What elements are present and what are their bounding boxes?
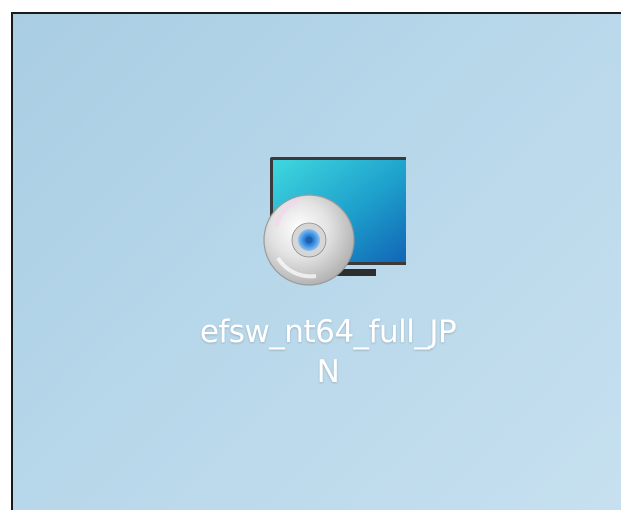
icon-label-line-2: N <box>316 354 340 390</box>
icon-label: efsw_nt64_full_JP N <box>178 312 478 392</box>
desktop-icon-efsw-installer[interactable]: efsw_nt64_full_JP N <box>178 142 478 412</box>
icon-label-line-1: efsw_nt64_full_JP <box>199 314 457 350</box>
disc-installer-icon <box>263 157 406 286</box>
desktop-area[interactable]: efsw_nt64_full_JP N <box>11 12 621 510</box>
